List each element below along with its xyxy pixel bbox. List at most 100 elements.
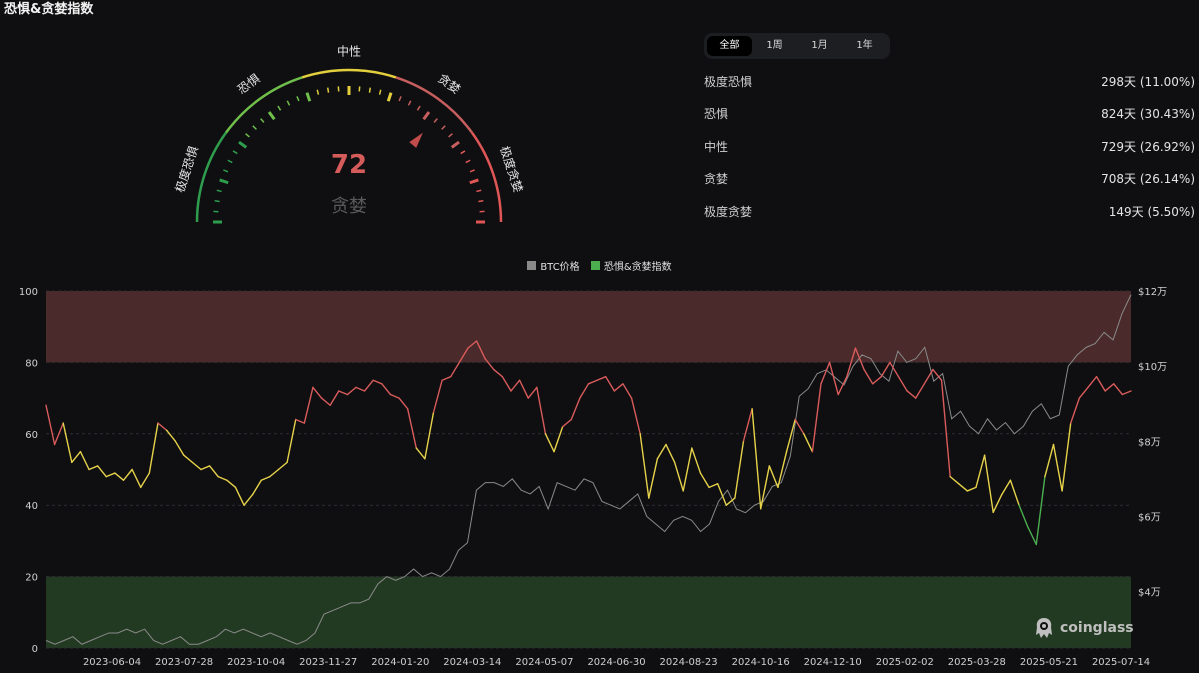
stat-label: 中性 xyxy=(704,139,729,154)
fear-greed-segment xyxy=(579,383,590,399)
y-left-tick-label: 100 xyxy=(19,287,38,298)
fear-greed-segment xyxy=(708,483,719,489)
fear-greed-segment xyxy=(958,483,969,492)
fear-greed-segment xyxy=(217,475,228,481)
fear-greed-segment xyxy=(183,454,194,464)
fear-greed-segment xyxy=(613,383,624,392)
fear-greed-segment xyxy=(493,368,504,378)
fear-greed-segment xyxy=(415,447,426,460)
fear-greed-segment xyxy=(751,408,762,510)
fear-greed-segment xyxy=(234,486,245,506)
fear-greed-segment xyxy=(174,440,185,456)
legend-item-fgi[interactable]: 恐惧&贪婪指数 xyxy=(590,258,672,273)
x-tick-label: 2025-07-14 xyxy=(1092,657,1150,668)
fear-greed-segment xyxy=(768,465,779,489)
fear-greed-segment xyxy=(1095,375,1106,392)
fear-greed-segment xyxy=(1044,443,1055,478)
x-tick-label: 2023-06-04 xyxy=(83,657,141,668)
fear-greed-segment xyxy=(716,483,727,506)
gauge-tick xyxy=(316,89,320,95)
gauge-arc-segment xyxy=(470,131,503,223)
fear-greed-segment xyxy=(381,383,392,396)
fear-greed-segment xyxy=(966,486,977,492)
fear-greed-segment xyxy=(992,493,1003,514)
chart-legend: BTC价格 恐惧&贪婪指数 xyxy=(0,258,1199,273)
fear-greed-segment xyxy=(794,418,805,435)
fear-greed-segment xyxy=(1113,383,1124,396)
gauge-tick xyxy=(469,169,475,173)
fear-greed-segment xyxy=(355,386,366,392)
gauge-tick xyxy=(219,178,229,185)
sentiment-gauge: 极度恐惧恐惧中性贪婪极度贪婪 xyxy=(172,44,526,224)
fear-greed-segment xyxy=(639,433,650,499)
fear-greed-segment xyxy=(915,383,926,399)
fear-greed-segment xyxy=(544,433,555,453)
fear-greed-segment xyxy=(940,379,951,478)
fear-greed-segment xyxy=(648,458,659,499)
fear-greed-segment xyxy=(1001,479,1012,496)
fear-greed-segment xyxy=(596,375,607,381)
fear-greed-segment xyxy=(863,368,874,385)
fear-greed-segment xyxy=(501,375,512,392)
gauge-tick xyxy=(216,189,222,193)
gauge-tick xyxy=(252,125,257,130)
fear-greed-segment xyxy=(734,440,745,499)
fear-greed-chart: 0 20 40 60 80 100 $4万 $6万 $8万 $10万 $12万 2023-06-04 2… xyxy=(19,287,1167,668)
fear-greed-segment xyxy=(673,461,684,492)
gauge-zone-label: 极度贪婪 xyxy=(497,144,526,194)
gauge-tick xyxy=(398,96,402,102)
fear-greed-segment xyxy=(1026,525,1037,546)
legend-label: 恐惧&贪婪指数 xyxy=(603,262,672,273)
fear-greed-segment xyxy=(553,425,564,453)
y-left-tick-label: 60 xyxy=(25,430,38,441)
y-left-tick-label: 0 xyxy=(32,644,38,655)
stat-row: 极度恐惧 298天 (11.00%) xyxy=(704,68,1195,100)
fear-greed-segment xyxy=(114,472,125,481)
fear-greed-segment xyxy=(338,390,349,396)
fear-greed-segment xyxy=(105,472,116,478)
fear-greed-segment xyxy=(760,465,771,510)
gauge-tick xyxy=(465,159,471,164)
y-right-tick-label: $8万 xyxy=(1138,437,1161,448)
fear-greed-segment xyxy=(518,379,529,399)
gauge-tick xyxy=(416,105,421,111)
fear-greed-segment xyxy=(699,472,710,489)
stat-row: 极度贪婪 149天 (5.50%) xyxy=(704,198,1195,230)
y-right-tick-label: $6万 xyxy=(1138,512,1161,523)
x-tick-label: 2025-05-21 xyxy=(1020,657,1078,668)
gauge-tick xyxy=(450,140,460,149)
gauge-tick xyxy=(469,178,479,185)
fear-greed-segment xyxy=(191,461,202,471)
x-tick-label: 2024-01-20 xyxy=(371,657,429,668)
fear-greed-segment xyxy=(871,375,882,385)
fear-greed-segment xyxy=(561,418,572,428)
fear-greed-segment xyxy=(811,383,822,453)
fear-greed-segment xyxy=(79,450,90,471)
fear-greed-segment xyxy=(269,468,280,478)
gauge-tick xyxy=(448,133,453,138)
stat-row: 恐惧 824天 (30.43%) xyxy=(704,100,1195,132)
legend-item-btc[interactable]: BTC价格 xyxy=(527,258,580,273)
gauge-tick xyxy=(232,150,238,155)
brand-name: coinglass xyxy=(1060,620,1134,636)
gauge-tick xyxy=(214,199,220,203)
fear-greed-segment xyxy=(208,465,219,478)
gauge-tick xyxy=(460,150,466,155)
gauge-tick xyxy=(238,140,248,149)
fear-greed-segment xyxy=(630,397,641,435)
gauge-tick xyxy=(441,125,446,130)
gauge-tick xyxy=(476,189,482,193)
fear-greed-segment xyxy=(656,443,667,460)
gauge-tick xyxy=(277,105,282,111)
tab-all[interactable]: 全部 xyxy=(707,36,752,56)
tab-1-week[interactable]: 1周 xyxy=(752,36,797,56)
gauge-tick xyxy=(286,100,291,106)
tab-1-year[interactable]: 1年 xyxy=(842,36,887,56)
fear-greed-segment xyxy=(605,375,616,392)
fear-greed-segment xyxy=(140,472,151,489)
gauge-tick xyxy=(245,133,250,138)
gauge-tick xyxy=(305,92,312,102)
fear-greed-segment xyxy=(1087,375,1098,389)
fear-greed-segment xyxy=(785,418,796,453)
tab-1-month[interactable]: 1月 xyxy=(797,36,842,56)
